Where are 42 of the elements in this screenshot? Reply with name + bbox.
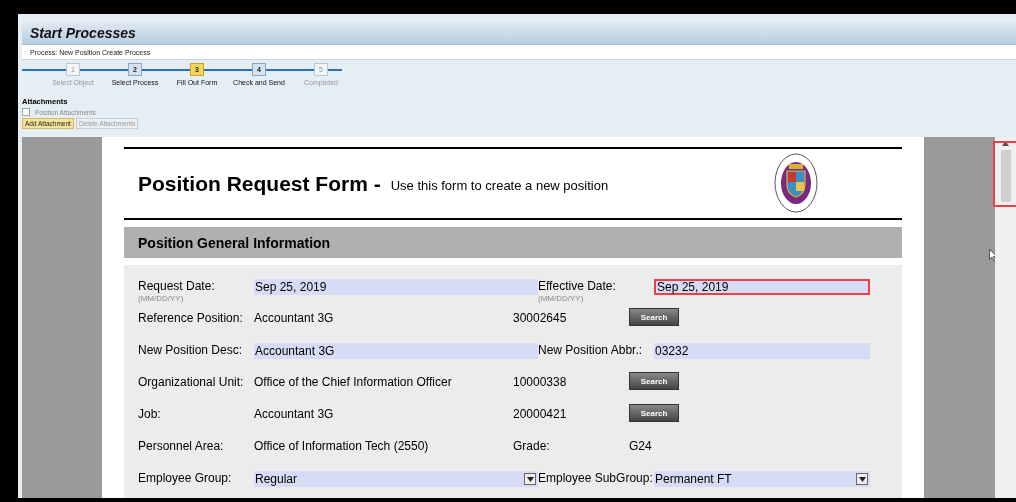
field-label: Organizational Unit: (138, 375, 245, 389)
field-label: 30002645 (513, 311, 568, 325)
field-label: Effective Date: (538, 279, 617, 293)
field-value: Accountant 3G (254, 311, 334, 327)
dropdown-arrow-icon[interactable] (856, 473, 868, 485)
search-button[interactable]: Search (629, 372, 679, 390)
input-field[interactable]: Sep 25, 2019 (254, 279, 538, 295)
form-title: Position Request Form - (138, 171, 381, 196)
field-hint: (MM/DD/YY) (138, 294, 185, 303)
page-title: Start Processes (30, 25, 136, 41)
field-label: New Position Abbr.: (538, 343, 644, 357)
dropdown-field[interactable]: Permanent FT (654, 471, 870, 487)
field-label: Reference Position: (138, 311, 244, 325)
field-value: Office of the Chief Information Officer (254, 375, 452, 391)
dropdown-arrow-icon[interactable] (524, 473, 536, 485)
cursor-icon (989, 249, 998, 262)
field-label: 20000421 (513, 407, 568, 421)
field-label: New Position Desc: (138, 343, 244, 357)
field-label: 10000338 (513, 375, 568, 389)
field-value: G24 (629, 439, 652, 455)
field-label: Request Date: (138, 279, 216, 293)
input-field[interactable]: Sep 25, 2019 (654, 279, 870, 295)
input-field[interactable]: Accountant 3G (254, 343, 538, 359)
section-title: Position General Information (138, 234, 331, 251)
field-label: Job: (138, 407, 162, 421)
search-button[interactable]: Search (629, 404, 679, 422)
field-label: Personnel Area: (138, 439, 225, 453)
dropdown-field[interactable]: Regular (254, 471, 538, 487)
field-hint: (MM/DD/YY) (538, 294, 585, 303)
seal-icon (774, 153, 818, 213)
field-value: Office of Information Tech (2550) (254, 439, 429, 455)
scrollbar[interactable] (995, 137, 1016, 498)
field-label: Grade: (513, 439, 551, 453)
form-subtitle: Use this form to create a new position (390, 178, 609, 193)
field-label: Employee Group: (138, 471, 233, 485)
input-field[interactable]: 03232 (654, 343, 870, 359)
scroll-up-icon[interactable] (1002, 141, 1009, 146)
scroll-thumb[interactable] (1000, 150, 1011, 202)
search-button[interactable]: Search (629, 308, 679, 326)
checkbox[interactable] (22, 108, 30, 116)
field-label: Employee SubGroup: (538, 471, 654, 485)
field-value: Accountant 3G (254, 407, 334, 423)
